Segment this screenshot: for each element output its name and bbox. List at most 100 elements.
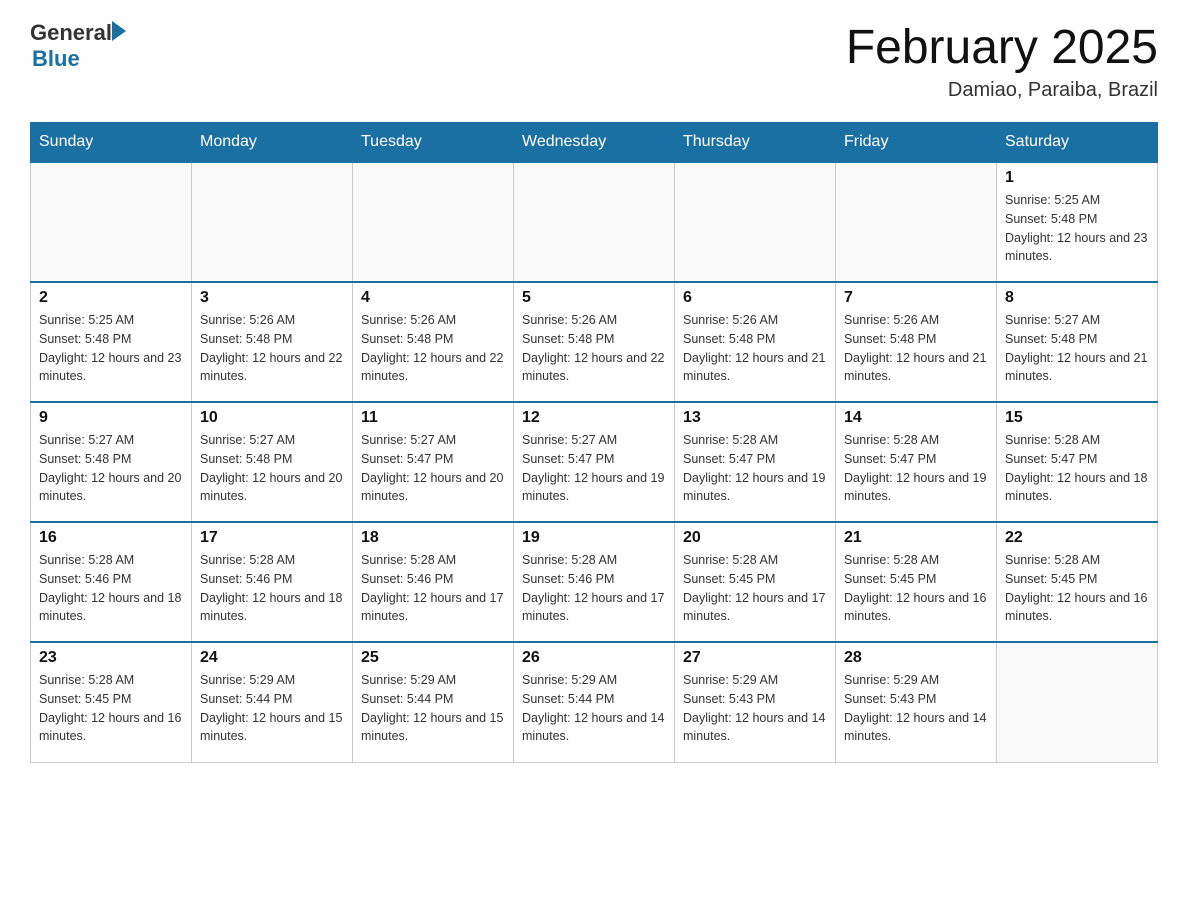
week-row-4: 16 Sunrise: 5:28 AM Sunset: 5:46 PM Dayli… — [31, 522, 1158, 642]
week-row-1: 1 Sunrise: 5:25 AM Sunset: 5:48 PM Daylig… — [31, 162, 1158, 282]
day-info: Sunrise: 5:27 AM Sunset: 5:48 PM Dayligh… — [39, 431, 183, 506]
day-number: 27 — [683, 649, 827, 667]
calendar-cell: 18 Sunrise: 5:28 AM Sunset: 5:46 PM Dayli… — [353, 522, 514, 642]
calendar-cell: 1 Sunrise: 5:25 AM Sunset: 5:48 PM Daylig… — [997, 162, 1158, 282]
week-row-2: 2 Sunrise: 5:25 AM Sunset: 5:48 PM Daylig… — [31, 282, 1158, 402]
day-info: Sunrise: 5:25 AM Sunset: 5:48 PM Dayligh… — [1005, 191, 1149, 266]
day-info: Sunrise: 5:28 AM Sunset: 5:46 PM Dayligh… — [200, 551, 344, 626]
logo-arrow-icon — [112, 21, 126, 41]
day-number: 6 — [683, 289, 827, 307]
day-number: 9 — [39, 409, 183, 427]
column-header-sunday: Sunday — [31, 123, 192, 163]
day-info: Sunrise: 5:29 AM Sunset: 5:44 PM Dayligh… — [361, 671, 505, 746]
day-number: 14 — [844, 409, 988, 427]
day-info: Sunrise: 5:29 AM Sunset: 5:44 PM Dayligh… — [522, 671, 666, 746]
day-number: 13 — [683, 409, 827, 427]
calendar-cell: 27 Sunrise: 5:29 AM Sunset: 5:43 PM Dayli… — [675, 642, 836, 762]
day-number: 26 — [522, 649, 666, 667]
calendar-cell — [31, 162, 192, 282]
day-number: 4 — [361, 289, 505, 307]
week-row-5: 23 Sunrise: 5:28 AM Sunset: 5:45 PM Dayli… — [31, 642, 1158, 762]
month-title: February 2025 — [846, 20, 1158, 75]
calendar-cell: 12 Sunrise: 5:27 AM Sunset: 5:47 PM Dayli… — [514, 402, 675, 522]
page-header: General Blue February 2025 Damiao, Parai… — [30, 20, 1158, 102]
day-number: 16 — [39, 529, 183, 547]
column-header-thursday: Thursday — [675, 123, 836, 163]
day-info: Sunrise: 5:28 AM Sunset: 5:46 PM Dayligh… — [39, 551, 183, 626]
calendar-cell: 2 Sunrise: 5:25 AM Sunset: 5:48 PM Daylig… — [31, 282, 192, 402]
day-info: Sunrise: 5:29 AM Sunset: 5:43 PM Dayligh… — [683, 671, 827, 746]
day-number: 22 — [1005, 529, 1149, 547]
day-info: Sunrise: 5:28 AM Sunset: 5:47 PM Dayligh… — [683, 431, 827, 506]
day-number: 20 — [683, 529, 827, 547]
day-info: Sunrise: 5:27 AM Sunset: 5:48 PM Dayligh… — [1005, 311, 1149, 386]
location-subtitle: Damiao, Paraiba, Brazil — [846, 79, 1158, 102]
calendar-cell: 20 Sunrise: 5:28 AM Sunset: 5:45 PM Dayli… — [675, 522, 836, 642]
day-number: 24 — [200, 649, 344, 667]
day-info: Sunrise: 5:28 AM Sunset: 5:47 PM Dayligh… — [844, 431, 988, 506]
calendar-cell: 10Sunrise: 5:27 AM Sunset: 5:48 PM Dayli… — [192, 402, 353, 522]
day-number: 11 — [361, 409, 505, 427]
calendar-cell: 15 Sunrise: 5:28 AM Sunset: 5:47 PM Dayli… — [997, 402, 1158, 522]
day-info: Sunrise: 5:26 AM Sunset: 5:48 PM Dayligh… — [522, 311, 666, 386]
calendar-cell: 25 Sunrise: 5:29 AM Sunset: 5:44 PM Dayli… — [353, 642, 514, 762]
column-header-friday: Friday — [836, 123, 997, 163]
calendar-cell: 5 Sunrise: 5:26 AM Sunset: 5:48 PM Daylig… — [514, 282, 675, 402]
calendar-cell: 26 Sunrise: 5:29 AM Sunset: 5:44 PM Dayli… — [514, 642, 675, 762]
title-area: February 2025 Damiao, Paraiba, Brazil — [846, 20, 1158, 102]
day-number: 12 — [522, 409, 666, 427]
day-info: Sunrise: 5:27 AM Sunset: 5:48 PM Dayligh… — [200, 431, 344, 506]
day-number: 17 — [200, 529, 344, 547]
day-number: 18 — [361, 529, 505, 547]
day-info: Sunrise: 5:27 AM Sunset: 5:47 PM Dayligh… — [522, 431, 666, 506]
week-row-3: 9 Sunrise: 5:27 AM Sunset: 5:48 PM Daylig… — [31, 402, 1158, 522]
day-number: 28 — [844, 649, 988, 667]
day-info: Sunrise: 5:28 AM Sunset: 5:45 PM Dayligh… — [1005, 551, 1149, 626]
day-info: Sunrise: 5:28 AM Sunset: 5:45 PM Dayligh… — [39, 671, 183, 746]
day-number: 3 — [200, 289, 344, 307]
calendar-cell: 9 Sunrise: 5:27 AM Sunset: 5:48 PM Daylig… — [31, 402, 192, 522]
calendar-cell: 8 Sunrise: 5:27 AM Sunset: 5:48 PM Daylig… — [997, 282, 1158, 402]
calendar-cell: 16 Sunrise: 5:28 AM Sunset: 5:46 PM Dayli… — [31, 522, 192, 642]
logo-general-text: General — [30, 20, 112, 46]
day-number: 25 — [361, 649, 505, 667]
calendar-cell: 11 Sunrise: 5:27 AM Sunset: 5:47 PM Dayli… — [353, 402, 514, 522]
calendar-cell: 3 Sunrise: 5:26 AM Sunset: 5:48 PM Daylig… — [192, 282, 353, 402]
day-info: Sunrise: 5:28 AM Sunset: 5:47 PM Dayligh… — [1005, 431, 1149, 506]
column-header-saturday: Saturday — [997, 123, 1158, 163]
calendar-cell: 7Sunrise: 5:26 AM Sunset: 5:48 PM Daylig… — [836, 282, 997, 402]
day-number: 8 — [1005, 289, 1149, 307]
calendar-cell — [997, 642, 1158, 762]
calendar-cell: 22 Sunrise: 5:28 AM Sunset: 5:45 PM Dayli… — [997, 522, 1158, 642]
calendar-header-row: SundayMondayTuesdayWednesdayThursdayFrid… — [31, 123, 1158, 163]
day-info: Sunrise: 5:26 AM Sunset: 5:48 PM Dayligh… — [683, 311, 827, 386]
day-info: Sunrise: 5:26 AM Sunset: 5:48 PM Dayligh… — [200, 311, 344, 386]
calendar-cell: 24 Sunrise: 5:29 AM Sunset: 5:44 PM Dayli… — [192, 642, 353, 762]
logo: General Blue — [30, 20, 126, 72]
calendar-cell — [192, 162, 353, 282]
calendar-cell: 14 Sunrise: 5:28 AM Sunset: 5:47 PM Dayli… — [836, 402, 997, 522]
day-info: Sunrise: 5:25 AM Sunset: 5:48 PM Dayligh… — [39, 311, 183, 386]
day-info: Sunrise: 5:29 AM Sunset: 5:43 PM Dayligh… — [844, 671, 988, 746]
calendar-cell — [353, 162, 514, 282]
column-header-wednesday: Wednesday — [514, 123, 675, 163]
day-info: Sunrise: 5:27 AM Sunset: 5:47 PM Dayligh… — [361, 431, 505, 506]
day-info: Sunrise: 5:28 AM Sunset: 5:46 PM Dayligh… — [522, 551, 666, 626]
day-info: Sunrise: 5:26 AM Sunset: 5:48 PM Dayligh… — [844, 311, 988, 386]
day-number: 15 — [1005, 409, 1149, 427]
calendar-cell — [514, 162, 675, 282]
day-number: 1 — [1005, 169, 1149, 187]
day-number: 2 — [39, 289, 183, 307]
calendar-cell: 4Sunrise: 5:26 AM Sunset: 5:48 PM Daylig… — [353, 282, 514, 402]
day-number: 5 — [522, 289, 666, 307]
day-number: 21 — [844, 529, 988, 547]
day-info: Sunrise: 5:29 AM Sunset: 5:44 PM Dayligh… — [200, 671, 344, 746]
calendar-cell: 23 Sunrise: 5:28 AM Sunset: 5:45 PM Dayli… — [31, 642, 192, 762]
calendar-cell: 17 Sunrise: 5:28 AM Sunset: 5:46 PM Dayli… — [192, 522, 353, 642]
day-info: Sunrise: 5:28 AM Sunset: 5:45 PM Dayligh… — [683, 551, 827, 626]
day-number: 19 — [522, 529, 666, 547]
day-info: Sunrise: 5:28 AM Sunset: 5:46 PM Dayligh… — [361, 551, 505, 626]
day-number: 23 — [39, 649, 183, 667]
column-header-monday: Monday — [192, 123, 353, 163]
calendar-cell: 21Sunrise: 5:28 AM Sunset: 5:45 PM Dayli… — [836, 522, 997, 642]
